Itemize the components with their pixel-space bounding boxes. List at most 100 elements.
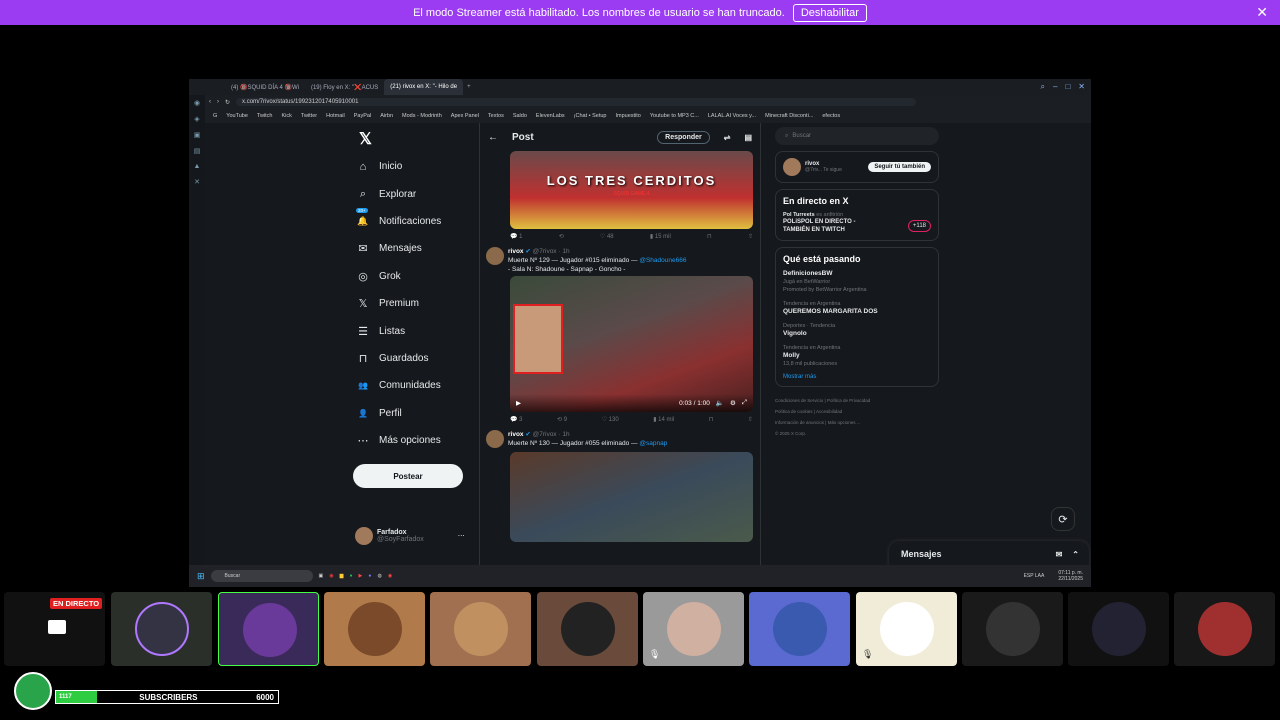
nav-item-inicio[interactable]: ⌂ Inicio xyxy=(353,153,483,180)
nav-item-mas-opciones[interactable]: ⋯ Más opciones xyxy=(353,427,483,454)
nav-item-premium[interactable]: 𝕏 Premium xyxy=(353,290,483,317)
nav-item-guardados[interactable]: ⊓ Guardados xyxy=(353,345,483,372)
tab-1[interactable]: (4) 🔞SQUID DÍA 4 🔞Wi xyxy=(225,79,305,95)
trend-item[interactable]: Tendencia en Argentina QUEREMOS MARGARITA… xyxy=(783,300,931,316)
participant-tile[interactable] xyxy=(111,592,212,666)
reader-icon[interactable]: ▤ xyxy=(744,133,752,142)
bookmark[interactable]: PayPal xyxy=(354,113,371,119)
participant-tile[interactable] xyxy=(962,592,1063,666)
bookmark[interactable]: LALAL.AI Voces y... xyxy=(708,113,756,119)
play-icon[interactable]: ▶ xyxy=(516,399,521,407)
tab-3[interactable]: (21) rivox en X: "- Hilo de xyxy=(384,79,464,95)
like-count[interactable]: ♡ 48 xyxy=(600,233,614,240)
bookmark[interactable]: efectos xyxy=(822,113,840,119)
bookmark[interactable]: Impuestito xyxy=(615,113,640,119)
mention-link[interactable]: @Shadoune666 xyxy=(639,257,686,264)
search-icon[interactable]: ⌕ xyxy=(1041,82,1045,92)
bookmark[interactable]: Saldo xyxy=(513,113,527,119)
footer-link[interactable]: Política de Privacidad xyxy=(827,398,870,403)
back-arrow-icon[interactable]: ← xyxy=(488,132,498,143)
messages-drawer[interactable]: Mensajes ✉ ⌃ xyxy=(889,541,1089,567)
bookmark[interactable]: ElevenLabs xyxy=(536,113,565,119)
bookmark[interactable]: Airbn xyxy=(380,113,393,119)
bookmark[interactable]: Hotmail xyxy=(326,113,345,119)
taskbar-app-icon[interactable]: ▶ xyxy=(359,573,363,579)
participant-tile[interactable] xyxy=(537,592,638,666)
back-icon[interactable]: ‹ xyxy=(209,99,211,105)
taskbar-app-icon[interactable]: ◉ xyxy=(329,573,333,579)
more-icon[interactable]: ⋯ xyxy=(458,532,465,540)
bookmark-icon[interactable]: ⊓ xyxy=(707,233,712,240)
like-count[interactable]: ♡ 130 xyxy=(602,416,619,423)
x-logo-icon[interactable]: 𝕏 xyxy=(359,129,483,153)
participant-tile[interactable] xyxy=(749,592,850,666)
nav-item-comunidades[interactable]: 👥 Comunidades xyxy=(353,372,483,399)
footer-link[interactable]: Política de cookies xyxy=(775,409,813,414)
participant-tile[interactable] xyxy=(1174,592,1275,666)
footer-link[interactable]: Accesibilidad xyxy=(816,409,842,414)
sidebar-app-icon[interactable]: ◈ xyxy=(194,115,199,123)
close-icon[interactable]: ✕ xyxy=(1256,4,1268,21)
reload-icon[interactable]: ↻ xyxy=(225,99,230,106)
account-switcher[interactable]: Farfadox @SoyFarfadox ⋯ xyxy=(355,527,465,545)
lang-indicator[interactable]: ESP LAA xyxy=(1024,573,1045,579)
participant-tile[interactable] xyxy=(1068,592,1169,666)
volume-icon[interactable]: 🔈 xyxy=(716,399,724,407)
tweet[interactable]: rivox ✔ @7rivox · 1h Muerte Nº 129 — Jug… xyxy=(480,243,760,274)
post-button[interactable]: Postear xyxy=(353,464,463,489)
bookmark[interactable]: YouTube xyxy=(226,113,248,119)
nav-item-grok[interactable]: ◎ Grok xyxy=(353,263,483,290)
repost-icon[interactable]: ⟲ xyxy=(559,233,564,240)
video-player[interactable] xyxy=(510,452,753,542)
footer-link[interactable]: Información de anuncios xyxy=(775,420,824,425)
url-input[interactable]: x.com/7rivox/status/1992312017405910001 xyxy=(236,98,917,106)
views-count[interactable]: ▮ 15 mil xyxy=(650,233,671,240)
fullscreen-icon[interactable]: ⤢ xyxy=(742,399,747,407)
reply-count[interactable]: 💬 3 xyxy=(510,416,522,423)
search-input[interactable]: ⌕ Buscar xyxy=(775,127,939,145)
bookmark[interactable]: Mods - Modrinth xyxy=(402,113,442,119)
bookmark-icon[interactable]: ⊓ xyxy=(709,416,714,423)
sidebar-app-icon[interactable]: ▲ xyxy=(194,163,201,170)
minimize-icon[interactable]: – xyxy=(1053,82,1057,92)
footer-link[interactable]: Más opciones ... xyxy=(828,420,861,425)
disable-streamer-button[interactable]: Deshabilitar xyxy=(792,3,867,22)
follow-back-button[interactable]: Seguir tú también xyxy=(868,162,931,172)
trend-item[interactable]: Tendencia en Argentina Molly 13,8 mil publ… xyxy=(783,344,931,368)
show-more-link[interactable]: Mostrar más xyxy=(783,374,931,380)
bookmark[interactable]: Twitter xyxy=(301,113,317,119)
spotify-icon[interactable]: ● xyxy=(350,573,353,579)
windows-start-icon[interactable]: ⊞ xyxy=(197,571,205,582)
new-tab-icon[interactable]: + xyxy=(463,84,475,90)
participant-tile[interactable]: EN DIRECTO xyxy=(4,592,105,666)
bookmark[interactable]: Minecraft Disconti... xyxy=(765,113,813,119)
taskbar-app-icon[interactable]: ◍ xyxy=(377,573,381,579)
bookmark[interactable]: G xyxy=(213,113,217,119)
bookmark[interactable]: Textos xyxy=(488,113,504,119)
bookmark[interactable]: Apex Panel xyxy=(451,113,479,119)
settings-icon[interactable]: ⚙ xyxy=(730,399,736,407)
nav-item-listas[interactable]: ☰ Listas xyxy=(353,317,483,344)
reply-count[interactable]: 💬 1 xyxy=(510,233,522,240)
repost-count[interactable]: ⟲ 9 xyxy=(557,416,567,423)
folder-icon[interactable]: ▆ xyxy=(340,573,344,579)
bookmark[interactable]: Kick xyxy=(282,113,292,119)
grok-button[interactable]: ⟳ xyxy=(1051,507,1075,531)
sidebar-app-icon[interactable]: ▤ xyxy=(194,147,201,155)
nav-item-explorar[interactable]: ⌕ Explorar xyxy=(353,180,483,207)
live-card[interactable]: En directo en X Pol Turreets es anfitrió… xyxy=(775,189,939,241)
bookmark[interactable]: Twitch xyxy=(257,113,273,119)
forward-icon[interactable]: › xyxy=(217,99,219,105)
tweet[interactable]: rivox ✔ @7rivox · 1h Muerte Nº 130 — Jug… xyxy=(480,426,760,448)
participant-tile[interactable]: 🎙 xyxy=(643,592,744,666)
x-icon[interactable]: ✕ xyxy=(194,178,200,186)
trend-item[interactable]: Deportes · Tendencia Vignolo xyxy=(783,322,931,338)
expand-icon[interactable]: ⌃ xyxy=(1072,550,1079,559)
discord-icon[interactable]: ● xyxy=(368,573,371,579)
trend-item[interactable]: DefinicionesBW Jugá en BetWarrior Promoted… xyxy=(783,270,931,294)
participant-tile[interactable]: 🎙 xyxy=(856,592,957,666)
nav-item-mensajes[interactable]: ✉ Mensajes xyxy=(353,235,483,262)
share-icon[interactable]: ⇧ xyxy=(748,233,753,240)
share-icon[interactable]: ⇧ xyxy=(748,416,753,423)
bookmark[interactable]: Youtube to MP3 C... xyxy=(650,113,699,119)
